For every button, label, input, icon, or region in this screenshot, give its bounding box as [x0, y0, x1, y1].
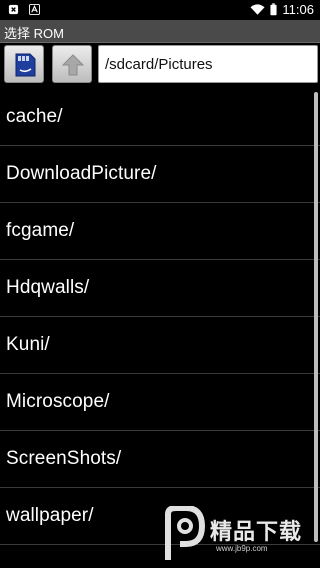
status-bar: 11:06: [0, 0, 320, 20]
title-bar: 选择 ROM: [0, 20, 320, 43]
list-item[interactable]: Microscope/: [0, 374, 320, 431]
battery-icon: [270, 3, 277, 16]
path-input[interactable]: [98, 45, 318, 83]
list-item-label: Hdqwalls/: [6, 277, 90, 298]
list-item-label: Microscope/: [6, 391, 110, 412]
watermark-url: www.jb9p.com: [216, 544, 268, 553]
list-item[interactable]: DownloadPicture/: [0, 146, 320, 203]
list-item-label: wallpaper/: [6, 505, 94, 526]
page-title: 选择 ROM: [4, 26, 64, 41]
list-item[interactable]: Kuni/: [0, 317, 320, 374]
status-time: 11:06: [282, 2, 314, 17]
watermark: 精品下载 www.jb9p.com: [160, 504, 310, 564]
status-left: [8, 4, 40, 15]
a-notification-icon: [29, 4, 40, 15]
list-item-label: ScreenShots/: [6, 448, 122, 469]
watermark-text: 精品下载: [210, 519, 303, 544]
watermark-logo-icon: [165, 506, 206, 560]
sd-card-icon: [15, 53, 36, 77]
close-notification-icon: [8, 4, 19, 15]
list-item[interactable]: cache/: [0, 89, 320, 146]
scrollbar[interactable]: [314, 92, 318, 542]
list-item-label: Kuni/: [6, 334, 50, 355]
status-right: 11:06: [250, 2, 314, 17]
sd-card-button[interactable]: [4, 45, 44, 83]
up-arrow-icon: [61, 54, 85, 76]
list-item[interactable]: fcgame/: [0, 203, 320, 260]
wifi-icon: [250, 3, 265, 15]
list-item[interactable]: ScreenShots/: [0, 431, 320, 488]
screen: 11:06 选择 ROM cache/ Downloa: [0, 0, 320, 568]
toolbar: [0, 43, 320, 87]
list-item-label: fcgame/: [6, 220, 75, 241]
list-item-label: DownloadPicture/: [6, 163, 157, 184]
list-item[interactable]: Hdqwalls/: [0, 260, 320, 317]
file-list: cache/ DownloadPicture/ fcgame/ Hdqwalls…: [0, 89, 320, 545]
up-directory-button[interactable]: [52, 45, 92, 83]
list-item-label: cache/: [6, 106, 63, 127]
